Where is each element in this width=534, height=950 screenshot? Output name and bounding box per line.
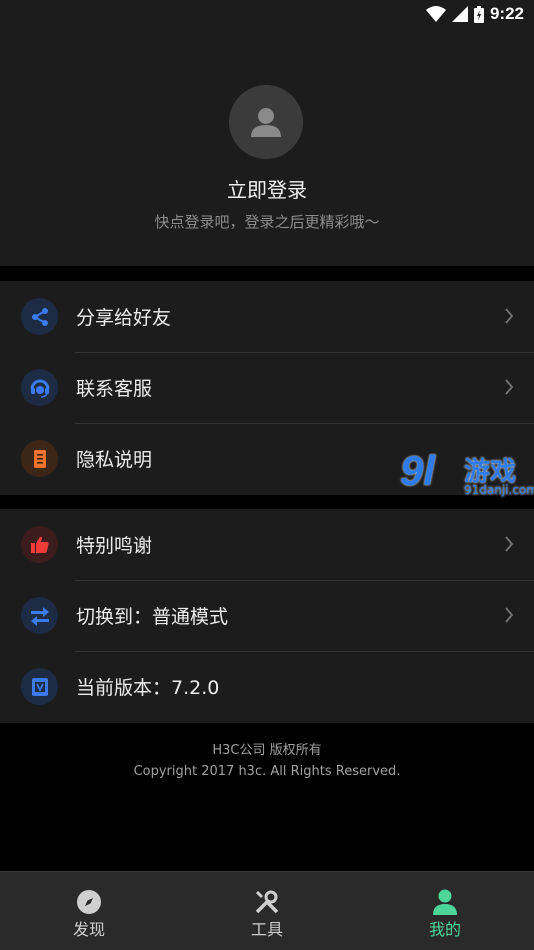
chevron-right-icon: [505, 379, 514, 395]
menu-item-customer-service[interactable]: 联系客服: [0, 352, 534, 423]
menu-item-thanks[interactable]: 特别鸣谢: [0, 509, 534, 580]
nav-label: 发现: [72, 920, 105, 939]
customer-service-icon: [21, 369, 58, 406]
user-icon: [433, 889, 457, 915]
watermark-mark: 9l: [400, 447, 436, 494]
wifi-icon: [425, 6, 446, 22]
signal-icon: [451, 6, 468, 22]
chevron-right-icon: [505, 607, 514, 623]
menu-item-share[interactable]: 分享给好友: [0, 281, 534, 352]
switch-icon: [21, 597, 58, 634]
compass-icon: [77, 890, 101, 914]
nav-tab-mine[interactable]: 我的: [356, 872, 534, 950]
copyright-text: Copyright 2017 h3c. All Rights Reserved.: [133, 764, 401, 779]
thumbs-up-icon: [21, 526, 58, 563]
site-watermark: 9l 游戏 91danji.com: [400, 447, 534, 505]
menu-item-label: 分享给好友: [76, 307, 172, 329]
nav-tab-tools[interactable]: 工具: [178, 872, 356, 950]
status-time: 9:22: [489, 4, 524, 23]
watermark-domain: 91danji.com: [464, 483, 534, 497]
copyright-company: H3C公司 版权所有: [212, 743, 322, 758]
nav-tab-discover[interactable]: 发现: [0, 872, 178, 950]
chevron-right-icon: [505, 536, 514, 552]
menu-group-2: 特别鸣谢 切换到：普通模式 当前版本：7.2.0: [0, 509, 534, 723]
share-icon: [21, 298, 58, 335]
status-icons: 9:22: [425, 4, 524, 24]
status-bar: 9:22: [0, 0, 534, 28]
chevron-right-icon: [505, 308, 514, 324]
bottom-nav: 发现 工具 我的: [0, 871, 534, 950]
menu-item-label: 当前版本：7.2.0: [76, 677, 220, 699]
login-title[interactable]: 立即登录: [0, 174, 534, 203]
battery-icon: [473, 5, 484, 23]
tools-icon: [255, 890, 279, 914]
login-subtitle: 快点登录吧，登录之后更精彩哦～: [154, 213, 380, 231]
menu-item-switch-mode[interactable]: 切换到：普通模式: [0, 580, 534, 651]
profile-header: 立即登录 快点登录吧，登录之后更精彩哦～: [0, 28, 534, 266]
nav-label: 我的: [428, 920, 461, 939]
avatar-user-icon: [251, 108, 281, 137]
menu-item-label: 联系客服: [76, 378, 153, 400]
nav-label: 工具: [250, 920, 283, 939]
menu-item-label: 切换到：普通模式: [76, 606, 229, 628]
document-icon: [21, 440, 58, 477]
menu-item-label: 隐私说明: [76, 449, 153, 471]
menu-item-version: 当前版本：7.2.0: [0, 651, 534, 722]
version-icon: [21, 668, 58, 705]
avatar[interactable]: [229, 85, 303, 159]
menu-item-label: 特别鸣谢: [76, 535, 153, 557]
